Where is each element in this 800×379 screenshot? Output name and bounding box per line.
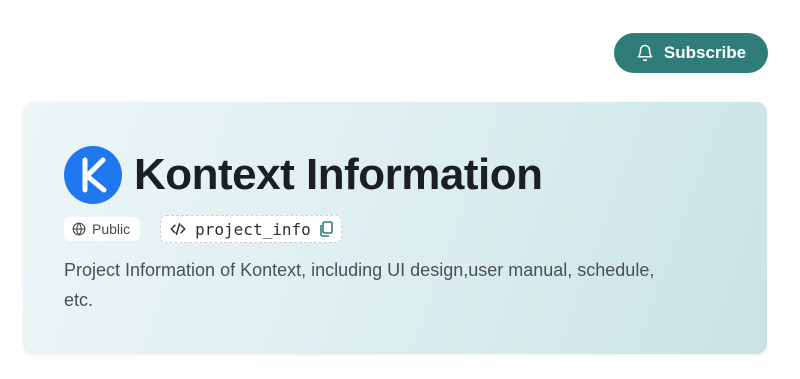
code-icon [169,220,187,238]
project-code-badge: project_info [160,215,342,243]
subscribe-button[interactable]: Subscribe [614,33,768,73]
project-description: Project Information of Kontext, includin… [64,260,655,310]
globe-icon [72,222,86,236]
page-title: Kontext Information [134,150,543,199]
project-meta: Public project_info [64,215,342,243]
page: Subscribe Kontext Information Public pro… [0,0,800,379]
project-logo [64,146,122,204]
subscribe-label: Subscribe [663,43,747,62]
visibility-badge: Public [64,217,141,241]
project-header: Kontext Information [64,146,543,204]
project-card: Kontext Information Public project_info … [23,102,767,354]
bell-icon [636,44,654,62]
visibility-label: Public [92,221,131,237]
copy-icon[interactable] [319,221,333,237]
project-code-name: project_info [195,219,311,239]
